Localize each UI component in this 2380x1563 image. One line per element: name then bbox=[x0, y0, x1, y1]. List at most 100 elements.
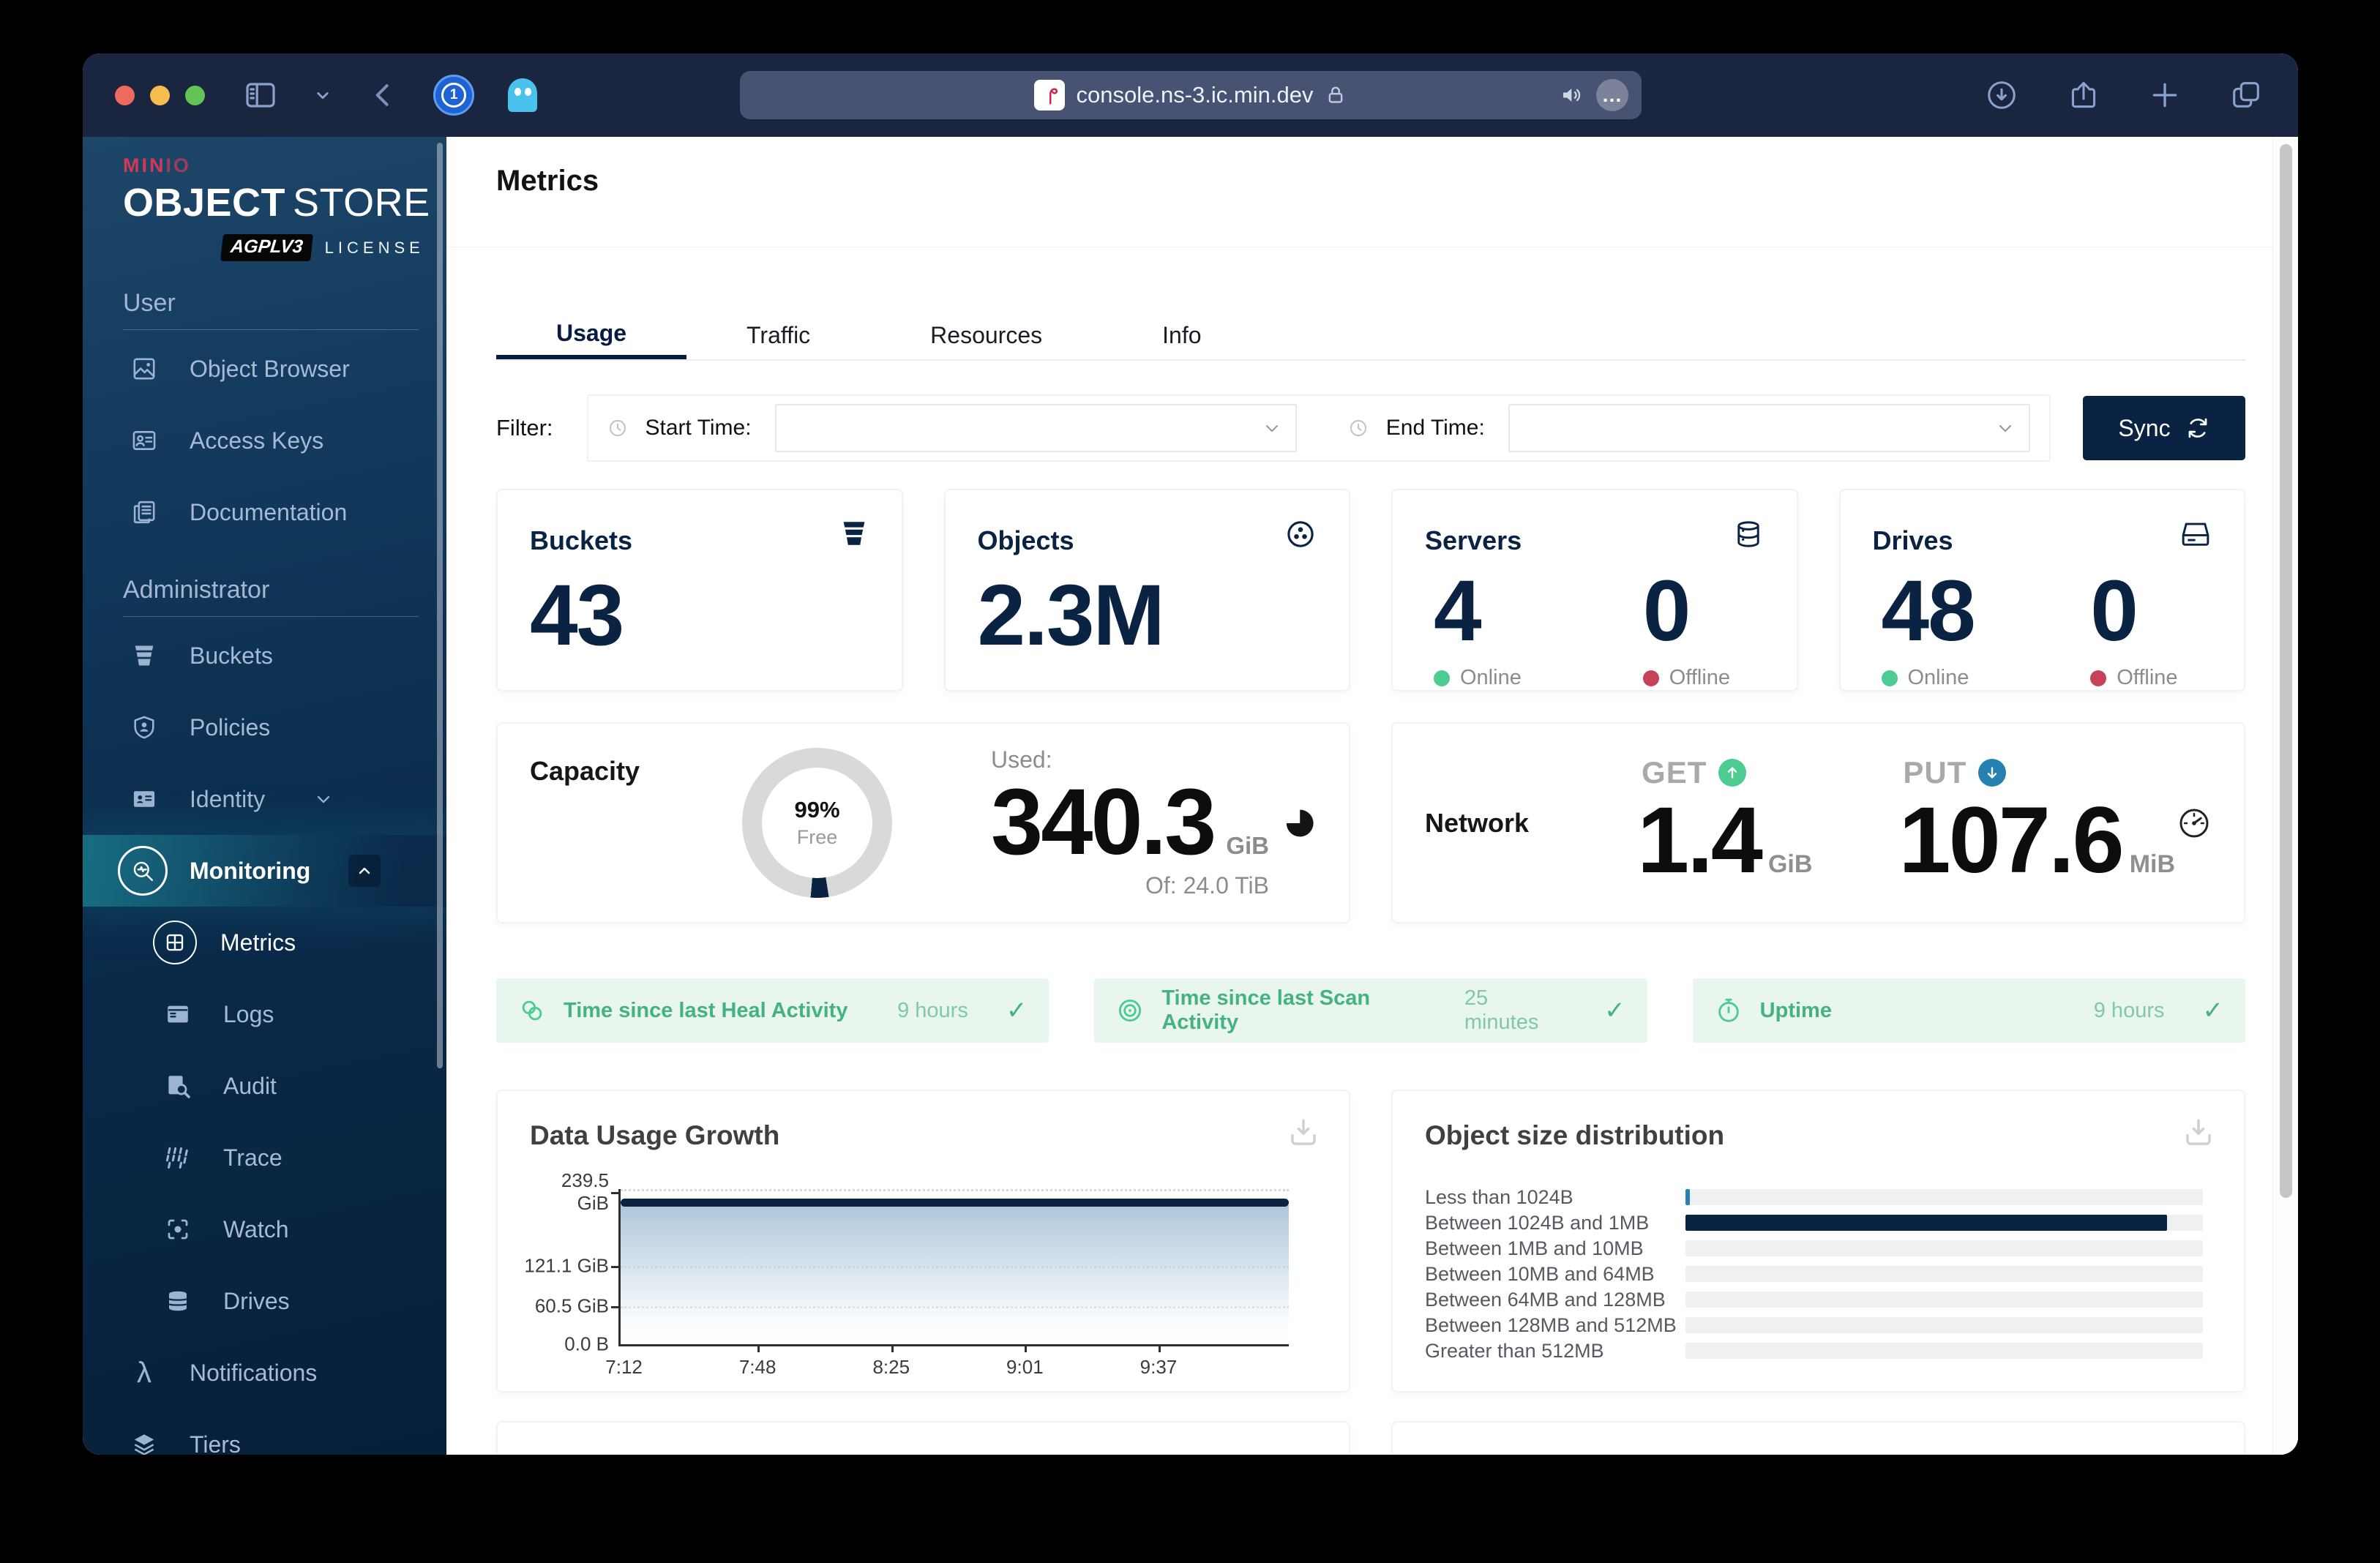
sidebar-item-monitoring[interactable]: Monitoring bbox=[83, 835, 446, 907]
sidebar-item-drives[interactable]: Drives bbox=[83, 1265, 446, 1337]
tab-traffic[interactable]: Traffic bbox=[686, 311, 870, 359]
license-row: AGPLV3 LICENSE bbox=[123, 234, 446, 261]
dist-row: Between 64MB and 128MB bbox=[1425, 1287, 2203, 1312]
x-tick bbox=[1158, 1344, 1161, 1352]
downloads-icon[interactable] bbox=[1985, 78, 2018, 112]
sidebar-item-object-browser[interactable]: Object Browser bbox=[83, 333, 446, 405]
dist-track bbox=[1685, 1266, 2203, 1282]
filter-label: Filter: bbox=[496, 415, 553, 441]
desktop: 1 console.ns-3.ic.min.dev … MINIO OBJECT… bbox=[0, 0, 2380, 1563]
section-header-user: User bbox=[123, 289, 176, 317]
sidebar-item-watch[interactable]: Watch bbox=[83, 1193, 446, 1265]
used-value: 340.3 bbox=[991, 770, 1216, 875]
browser-titlebar: 1 console.ns-3.ic.min.dev … bbox=[83, 53, 2298, 137]
sidebar-item-audit[interactable]: Audit bbox=[83, 1050, 446, 1122]
put-value: 107.6 bbox=[1898, 788, 2124, 893]
chevron-down-icon bbox=[1262, 418, 1282, 438]
audit-icon bbox=[162, 1073, 194, 1099]
sidebar-chevron-down-icon[interactable] bbox=[312, 84, 334, 106]
sidebar-item-label: Drives bbox=[223, 1287, 290, 1314]
drives-online-count: 48 bbox=[1881, 563, 1976, 659]
bucket-icon bbox=[839, 518, 869, 549]
ghostery-extension-icon[interactable] bbox=[508, 78, 537, 112]
servers-online-count: 4 bbox=[1434, 563, 1482, 659]
close-button[interactable] bbox=[115, 85, 135, 105]
watch-icon bbox=[162, 1216, 194, 1242]
sidebar-item-access-keys[interactable]: Access Keys bbox=[83, 405, 446, 476]
page-settings-icon[interactable]: … bbox=[1595, 79, 1628, 111]
objects-icon bbox=[1284, 518, 1317, 550]
sidebar-item-notifications[interactable]: λ Notifications bbox=[83, 1337, 446, 1409]
dist-label: Between 128MB and 512MB bbox=[1425, 1313, 1677, 1336]
clock-icon bbox=[1348, 418, 1369, 438]
sidebar-toggle-icon[interactable] bbox=[243, 78, 278, 113]
start-time-select[interactable] bbox=[774, 404, 1297, 452]
get-unit: GiB bbox=[1767, 850, 1813, 879]
x-tick-label: 7:48 bbox=[738, 1356, 777, 1378]
sidebar-item-policies[interactable]: Policies bbox=[83, 691, 446, 763]
download-chart-icon[interactable] bbox=[2182, 1116, 2215, 1148]
status-value: 9 hours bbox=[2093, 998, 2165, 1022]
chart-title: Object size distribution bbox=[1425, 1120, 1725, 1150]
sidebar-item-buckets[interactable]: Buckets bbox=[83, 620, 446, 691]
scrollbar-thumb[interactable] bbox=[2280, 144, 2292, 1198]
online-legend: Online bbox=[1881, 666, 2043, 690]
uptime-status: Uptime 9 hours ✓ bbox=[1692, 978, 2245, 1043]
sidebar-item-logs[interactable]: Logs bbox=[83, 978, 446, 1050]
speedometer-icon bbox=[2177, 806, 2212, 841]
onepassword-digit: 1 bbox=[441, 83, 466, 108]
address-bar[interactable]: console.ns-3.ic.min.dev … bbox=[739, 71, 1642, 119]
scan-icon bbox=[1116, 997, 1144, 1024]
sidebar-item-identity[interactable]: Identity bbox=[83, 763, 446, 835]
back-button[interactable] bbox=[367, 79, 400, 111]
download-chart-icon[interactable] bbox=[1287, 1116, 1320, 1148]
dist-row: Between 10MB and 64MB bbox=[1425, 1262, 2203, 1286]
clock-icon bbox=[607, 418, 628, 438]
new-tab-icon[interactable] bbox=[2149, 79, 2181, 111]
offline-legend: Offline bbox=[2090, 666, 2212, 690]
tab-resources[interactable]: Resources bbox=[870, 311, 1102, 359]
y-tick bbox=[611, 1306, 621, 1309]
sidebar-item-documentation[interactable]: Documentation bbox=[83, 476, 446, 548]
onepassword-extension-icon[interactable]: 1 bbox=[433, 75, 474, 116]
tab-info[interactable]: Info bbox=[1102, 311, 1261, 359]
servers-offline-count: 0 bbox=[1642, 563, 1691, 659]
sidebar-item-label: Tiers bbox=[190, 1431, 241, 1455]
offline-dot bbox=[2090, 670, 2107, 686]
area-series-line bbox=[621, 1199, 1289, 1207]
page-title: Metrics bbox=[496, 165, 599, 197]
monitoring-icon bbox=[118, 846, 168, 896]
sidebar-item-label: Identity bbox=[190, 785, 266, 812]
status-value: 25 minutes bbox=[1464, 986, 1539, 1034]
total-capacity: Of: 24.0 TiB bbox=[1145, 872, 1269, 899]
tab-usage[interactable]: Usage bbox=[496, 311, 687, 359]
dist-label: Less than 1024B bbox=[1425, 1185, 1573, 1208]
sidebar-item-tiers[interactable]: Tiers bbox=[83, 1409, 446, 1455]
y-tick bbox=[611, 1192, 621, 1195]
scan-activity-status: Time since last Scan Activity 25 minutes… bbox=[1094, 978, 1647, 1043]
tab-overview-icon[interactable] bbox=[2229, 78, 2263, 112]
stopwatch-icon bbox=[1715, 997, 1743, 1024]
chevron-up-icon[interactable] bbox=[348, 855, 381, 887]
x-tick bbox=[1025, 1344, 1028, 1352]
sidebar-item-label: Access Keys bbox=[190, 427, 324, 454]
drives-card: Drives 48 Online 0 Offline bbox=[1838, 489, 2245, 691]
sidebar-item-trace[interactable]: Trace bbox=[83, 1122, 446, 1193]
sidebar-scrollbar-thumb[interactable] bbox=[437, 143, 443, 1068]
heal-activity-status: Time since last Heal Activity 9 hours ✓ bbox=[496, 978, 1049, 1043]
mute-audio-icon[interactable] bbox=[1560, 83, 1584, 108]
zoom-button[interactable] bbox=[185, 85, 205, 105]
sync-button-label: Sync bbox=[2118, 414, 2171, 441]
divider bbox=[123, 616, 419, 617]
dist-row: Between 128MB and 512MB bbox=[1425, 1313, 2203, 1338]
sidebar-item-metrics[interactable]: Metrics bbox=[83, 907, 446, 978]
sync-button[interactable]: Sync bbox=[2083, 396, 2245, 460]
dist-bar bbox=[1685, 1189, 1691, 1205]
dist-bar bbox=[1685, 1215, 2167, 1231]
card-title: Network bbox=[1425, 807, 1530, 838]
share-icon[interactable] bbox=[2067, 78, 2100, 112]
end-time-select[interactable] bbox=[1508, 404, 2031, 452]
minimize-button[interactable] bbox=[150, 85, 170, 105]
partial-card bbox=[1391, 1421, 2245, 1455]
scrollbar-track[interactable] bbox=[2272, 137, 2298, 1455]
